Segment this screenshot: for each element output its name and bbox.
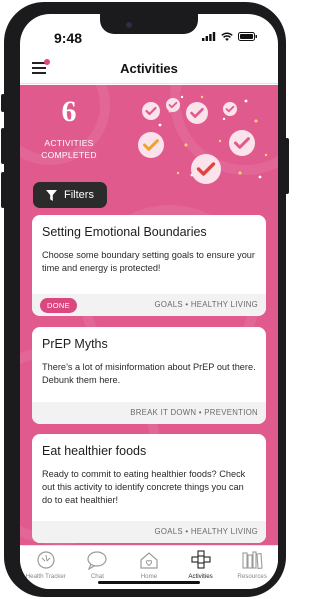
battery-icon [238,32,257,41]
signal-icon [202,32,216,41]
page-title: Activities [120,61,178,76]
done-badge: DONE [40,298,77,313]
activities-icon [191,550,211,569]
tab-label: Health Tracker [25,573,66,580]
tab-resources[interactable]: Resources [226,546,278,589]
tab-label: Chat [90,573,104,580]
activity-card[interactable]: Eat healthier foods Ready to commit to e… [32,434,266,543]
filters-button[interactable]: Filters [33,182,107,208]
app-header: Activities [20,54,278,84]
activity-tags: BREAK IT DOWN • PREVENTION [130,408,258,417]
notch [100,14,198,34]
activities-content[interactable]: 6 ACTIVITIES COMPLETED Filters Setting E… [20,85,278,545]
filters-label: Filters [64,189,94,201]
activity-card[interactable]: PrEP Myths There’s a lot of misinformati… [32,327,266,424]
mute-switch [1,94,5,112]
activity-description: Ready to commit to eating healthier food… [42,469,246,505]
home-icon [140,552,158,569]
activity-tags: GOALS • HEALTHY LIVING [154,527,258,536]
tab-label: Resources [237,573,267,580]
chat-icon [87,551,107,570]
screen: 9:48 Activities 6 ACTIVITIES COMPLETED F… [20,14,278,589]
home-indicator[interactable] [98,581,200,584]
health-tracker-icon [37,551,55,569]
activity-tags: GOALS • HEALTHY LIVING [154,300,258,309]
activity-title: Setting Emotional Boundaries [42,225,207,239]
wifi-icon [221,32,233,41]
activity-title: PrEP Myths [42,337,108,351]
filter-icon [46,189,58,201]
status-icons [202,32,258,41]
volume-up-button [1,128,5,164]
activity-footer: BREAK IT DOWN • PREVENTION [32,402,266,424]
camera-icon [126,22,132,28]
tab-health-tracker[interactable]: Health Tracker [20,546,72,589]
status-time: 9:48 [54,30,83,46]
tab-label: Activities [188,573,213,580]
activity-footer: DONE GOALS • HEALTHY LIVING [32,294,266,316]
activity-footer: GOALS • HEALTHY LIVING [32,521,266,543]
resources-icon [242,551,263,570]
volume-down-button [1,172,5,208]
tab-label: Home [140,573,158,580]
activity-card[interactable]: Setting Emotional Boundaries Choose some… [32,215,266,316]
activity-description: Choose some boundary setting goals to en… [42,250,255,273]
power-button [285,138,289,194]
activity-title: Eat healthier foods [42,444,147,458]
activity-description: There’s a lot of misinformation about Pr… [42,362,256,385]
phone-frame: 9:48 Activities 6 ACTIVITIES COMPLETED F… [1,2,289,597]
